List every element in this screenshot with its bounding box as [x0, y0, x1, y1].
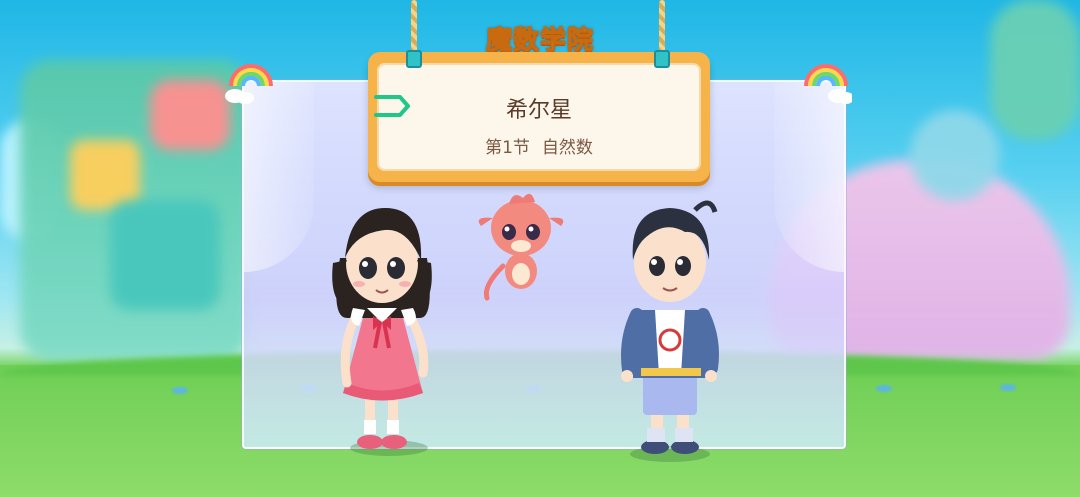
pebble	[876, 385, 892, 392]
pet-dragon-character[interactable]	[473, 186, 569, 304]
lesson-sign: 希尔星 第1节 自然数	[368, 52, 710, 182]
rope-clip	[406, 50, 422, 68]
back-arrow-icon[interactable]	[370, 94, 412, 118]
background-blob	[990, 0, 1080, 140]
lesson-sign-panel: 希尔星 第1节 自然数	[377, 63, 701, 171]
rainbow-icon	[804, 64, 852, 104]
planet-name: 希尔星	[505, 98, 572, 123]
boy-character[interactable]	[615, 190, 730, 462]
lesson-number: 第1节	[485, 138, 530, 158]
background-blob	[110, 200, 220, 310]
pebble	[172, 387, 188, 394]
game-scene: 魔数学院 希尔星 第1节 自然数	[0, 0, 1080, 497]
lesson-title: 自然数	[541, 138, 593, 158]
curtain-right	[774, 82, 844, 272]
lesson-label: 第1节 自然数	[377, 133, 701, 158]
girl-character[interactable]	[325, 198, 440, 456]
rope-clip	[654, 50, 670, 68]
background-blob	[150, 80, 230, 150]
curtain-left	[244, 82, 314, 272]
background-blob	[910, 110, 1000, 200]
rainbow-icon	[225, 64, 273, 104]
pebble	[1000, 384, 1016, 391]
